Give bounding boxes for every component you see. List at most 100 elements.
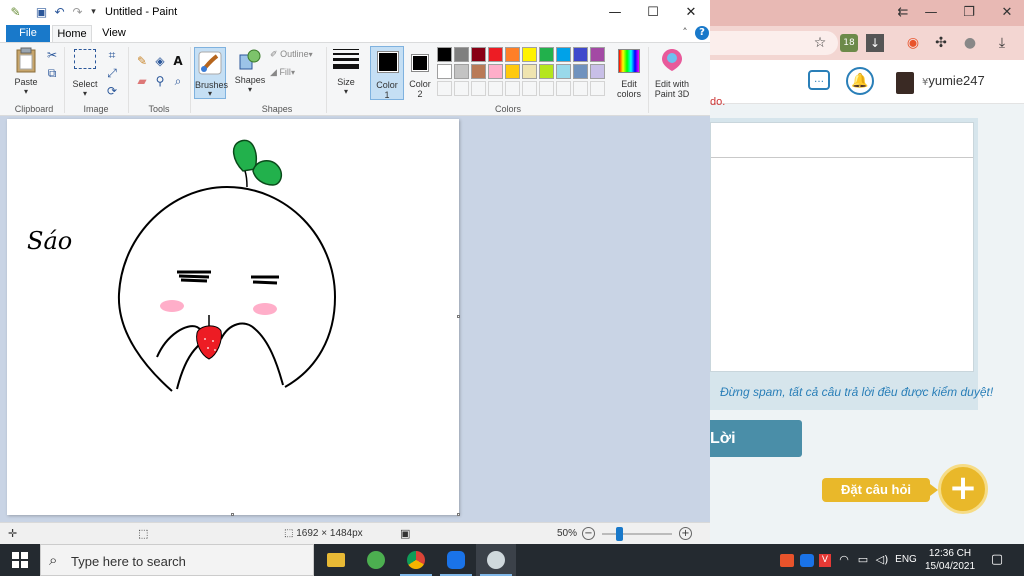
palette-swatch[interactable] — [522, 64, 537, 79]
taskbar-chrome[interactable] — [396, 544, 436, 576]
palette-swatch[interactable] — [556, 64, 571, 79]
tray-v-icon[interactable]: V — [819, 554, 831, 567]
reply-button[interactable]: Lời — [710, 420, 802, 457]
palette-swatch[interactable] — [539, 47, 554, 62]
palette-swatch[interactable] — [454, 64, 469, 79]
palette-swatch[interactable] — [488, 47, 503, 62]
palette-swatch[interactable] — [590, 47, 605, 62]
language-indicator[interactable]: ENG — [894, 552, 918, 568]
fill-dropdown[interactable]: ◢ Fill▾ — [270, 67, 322, 79]
chat-icon[interactable]: … — [808, 70, 830, 90]
zoom-out-button[interactable]: − — [582, 527, 595, 540]
star-icon[interactable]: ☆ — [810, 33, 830, 53]
username[interactable]: ¥yumie247 — [922, 73, 985, 88]
custom-color-slot[interactable] — [573, 81, 588, 96]
battery-icon[interactable]: ▭ — [855, 552, 871, 568]
palette-swatch[interactable] — [590, 64, 605, 79]
answer-editor[interactable] — [710, 122, 974, 372]
taskbar-app-green[interactable] — [356, 544, 396, 576]
color2-button[interactable]: Color 2 — [406, 46, 434, 100]
notification-icon[interactable]: ▢ — [988, 552, 1006, 568]
download-ext-icon[interactable]: ↓ — [866, 34, 884, 52]
palette-swatch[interactable] — [471, 47, 486, 62]
brushes-button[interactable]: Brushes ▾ — [194, 47, 228, 99]
palette-swatch[interactable] — [488, 64, 503, 79]
palette-swatch[interactable] — [454, 47, 469, 62]
paste-button[interactable]: Paste ▾ — [12, 47, 40, 101]
palette-swatch[interactable] — [573, 64, 588, 79]
color1-button[interactable]: Color 1 — [370, 46, 404, 100]
wifi-icon[interactable]: ◠ — [836, 552, 852, 568]
taskbar-search[interactable]: ⌕ Type here to search — [40, 544, 314, 576]
shapes-button[interactable]: Shapes ▾ — [234, 47, 266, 101]
edit-colors-button[interactable]: Edit colors — [614, 47, 644, 101]
copy-icon[interactable]: ⧉ — [44, 65, 60, 81]
eraser-icon[interactable]: ▰ — [134, 73, 150, 89]
palette-swatch[interactable] — [437, 47, 452, 62]
help-icon[interactable]: ? — [695, 26, 709, 40]
palette-swatch[interactable] — [539, 64, 554, 79]
back-history-icon[interactable]: ⇇ — [892, 3, 914, 23]
color-picker-icon[interactable]: ⚲ — [152, 73, 168, 89]
taskbar-file-explorer[interactable] — [316, 544, 356, 576]
drawing-canvas[interactable]: Sáo — [7, 119, 460, 516]
custom-color-slot[interactable] — [539, 81, 554, 96]
extension-color-icon[interactable]: ◉ — [903, 33, 923, 53]
puzzle-icon[interactable]: ✣ — [931, 33, 951, 53]
minimize-button[interactable]: — — [920, 3, 942, 23]
cut-icon[interactable]: ✂ — [44, 47, 60, 63]
custom-color-slot[interactable] — [471, 81, 486, 96]
restore-button[interactable]: ❐ — [958, 3, 980, 23]
palette-swatch[interactable] — [505, 64, 520, 79]
outline-dropdown[interactable]: ✐ Outline▾ — [270, 49, 322, 61]
close-button[interactable]: ✕ — [996, 3, 1018, 23]
paint-close-button[interactable]: ✕ — [672, 2, 710, 23]
custom-color-slot[interactable] — [556, 81, 571, 96]
resize-handle-corner[interactable] — [457, 513, 460, 516]
palette-swatch[interactable] — [505, 47, 520, 62]
tab-view[interactable]: View — [96, 25, 132, 42]
custom-color-slot[interactable] — [590, 81, 605, 96]
tray-shield-icon[interactable] — [780, 554, 794, 567]
extension-badge-icon[interactable]: 18 — [840, 34, 858, 52]
size-button[interactable]: Size ▾ — [330, 47, 362, 101]
magnifier-icon[interactable]: ⌕ — [170, 73, 186, 89]
customize-toolbar-icon[interactable]: ▾ — [86, 5, 101, 20]
collapse-ribbon-icon[interactable]: ˄ — [678, 26, 692, 40]
tray-zalo-icon[interactable] — [800, 554, 814, 567]
pencil-icon[interactable]: ✎ — [134, 53, 150, 69]
resize-icon[interactable]: ⤢ — [104, 65, 120, 81]
custom-color-slot[interactable] — [522, 81, 537, 96]
palette-swatch[interactable] — [471, 64, 486, 79]
taskbar-paint[interactable] — [476, 544, 516, 576]
text-tool-icon[interactable]: A — [170, 53, 186, 69]
palette-swatch[interactable] — [522, 47, 537, 62]
taskbar-zalo[interactable] — [436, 544, 476, 576]
resize-handle-right[interactable] — [457, 315, 460, 318]
crop-icon[interactable]: ⌗ — [104, 47, 120, 63]
paint-app-icon[interactable]: ✎ — [8, 5, 23, 20]
rotate-icon[interactable]: ⟳ — [104, 83, 120, 99]
paint-maximize-button[interactable]: ☐ — [634, 2, 672, 23]
fill-bucket-icon[interactable]: ◈ — [152, 53, 168, 69]
start-button[interactable] — [0, 544, 40, 576]
download-icon[interactable]: ⤓ — [992, 33, 1012, 53]
zoom-slider-thumb[interactable] — [616, 527, 623, 541]
zoom-slider-track[interactable] — [602, 533, 672, 535]
palette-swatch[interactable] — [556, 47, 571, 62]
zoom-in-button[interactable]: + — [679, 527, 692, 540]
custom-color-slot[interactable] — [488, 81, 503, 96]
tab-home[interactable]: Home — [52, 25, 92, 42]
avatar[interactable] — [896, 72, 914, 94]
save-icon[interactable]: ▣ — [34, 5, 49, 20]
profile-icon[interactable]: ● — [960, 33, 980, 53]
paint-minimize-button[interactable]: — — [596, 2, 634, 23]
ask-question-label[interactable]: Đặt câu hỏi — [822, 478, 930, 502]
palette-swatch[interactable] — [437, 64, 452, 79]
ask-question-plus-button[interactable]: + — [938, 464, 988, 514]
resize-handle-bottom[interactable] — [231, 513, 234, 516]
custom-color-slot[interactable] — [505, 81, 520, 96]
custom-color-slot[interactable] — [437, 81, 452, 96]
tab-file[interactable]: File — [6, 25, 50, 42]
volume-icon[interactable]: ◁) — [874, 552, 890, 568]
